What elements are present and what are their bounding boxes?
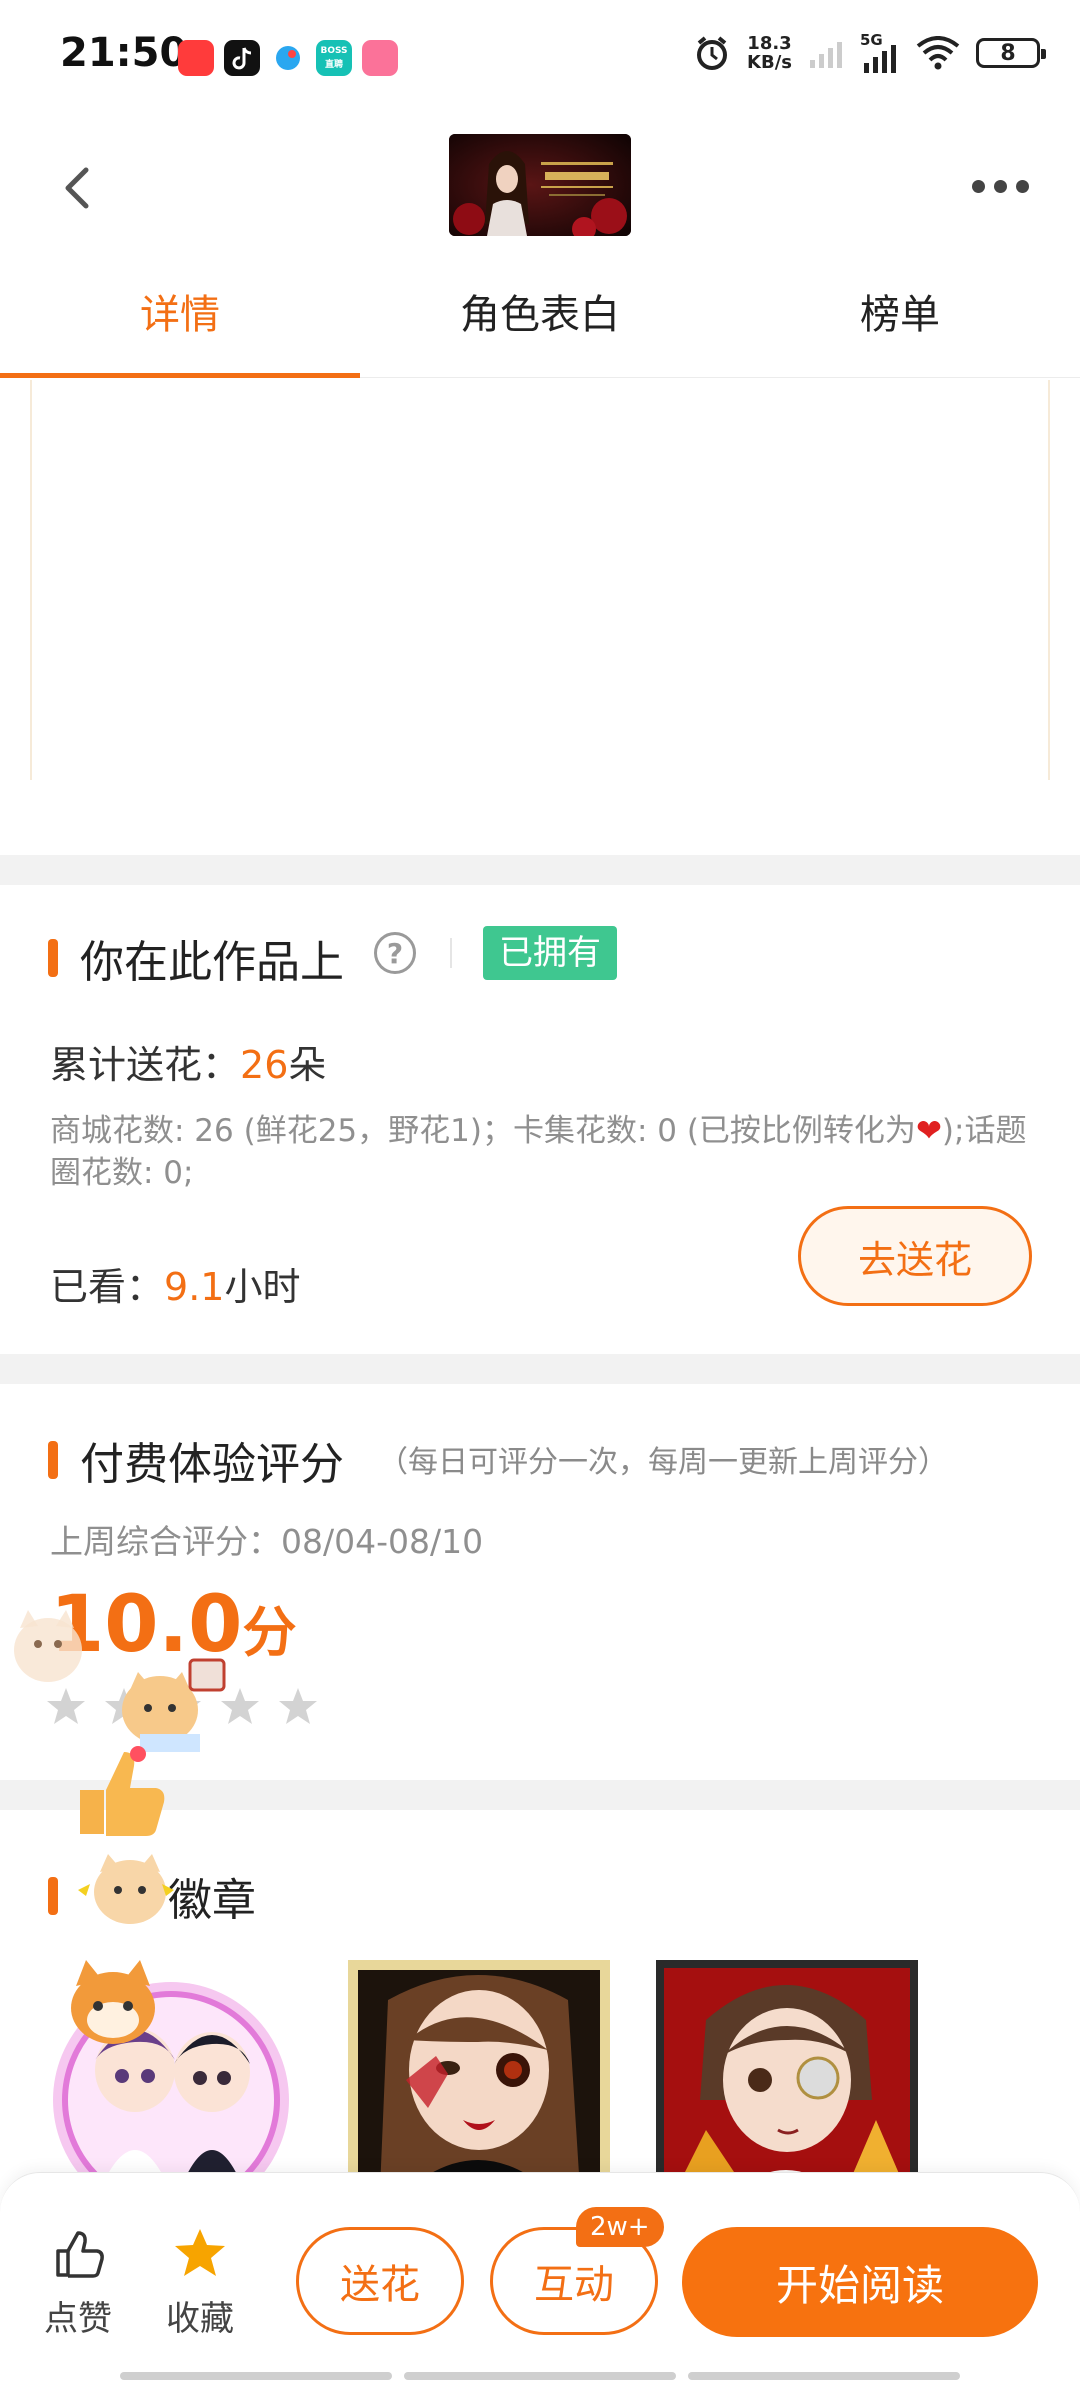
watched-value: 9.1 <box>164 1265 225 1309</box>
watched-unit: 小时 <box>224 1265 301 1309</box>
gesture-segment <box>120 2372 392 2380</box>
badge-list <box>40 1960 918 2190</box>
work-cover-thumbnail[interactable] <box>449 134 631 236</box>
section-divider <box>0 855 1080 885</box>
title-accent-bar <box>48 1441 58 1479</box>
net-speed-value: 18.3 <box>747 33 792 54</box>
ownership-section-title: 你在此作品上 <box>48 926 344 990</box>
more-dot <box>993 179 1007 193</box>
thumbs-up-sticker <box>70 1740 170 1840</box>
owned-badge: 已拥有 <box>483 926 617 980</box>
signal-sim1-icon <box>810 42 842 68</box>
tab-character-confession[interactable]: 角色表白 <box>360 252 720 377</box>
tiktok-app-icon <box>224 40 260 76</box>
work-detail-page: 21:50 BOSS 直聘 18.3 KB/s 5G 8 详情 角色表白 榜单 … <box>0 0 1080 2388</box>
favorite-button[interactable]: 收藏 <box>155 2225 245 2340</box>
flower-breakdown-part1: 商城花数: 26 (鲜花25，野花1)；卡集花数: 0 (已按比例转化为 <box>50 1113 916 1149</box>
watched-label: 已看： <box>50 1265 165 1309</box>
bottom-action-bar: 点赞 收藏 送花 互动 2w+ 开始阅读 <box>0 2172 1080 2388</box>
total-flowers-value: 26 <box>240 1043 289 1087</box>
bird-app-icon <box>270 40 306 76</box>
gesture-segment <box>688 2372 960 2380</box>
tab-bar: 详情 角色表白 榜单 <box>0 252 1080 378</box>
signal-sim2-icon <box>864 45 896 73</box>
net-speed-unit: KB/s <box>747 52 792 73</box>
go-send-flower-button[interactable]: 去送花 <box>798 1206 1032 1306</box>
status-time: 21:50 <box>60 30 188 76</box>
signal-sim2: 5G <box>860 31 900 73</box>
cat-sticker <box>8 1598 88 1688</box>
badge-card[interactable] <box>656 1960 918 2190</box>
like-button[interactable]: 点赞 <box>33 2225 123 2340</box>
rating-title: 付费体验评分 <box>80 1439 344 1490</box>
alarm-icon <box>697 36 728 70</box>
like-label: 点赞 <box>44 2299 112 2339</box>
badge-card[interactable] <box>348 1960 610 2190</box>
star-icon[interactable] <box>278 1686 318 1726</box>
tab-rankings[interactable]: 榜单 <box>720 252 1080 377</box>
rating-week-label: 上周综合评分：08/04-08/10 <box>50 1522 484 1561</box>
title-separator <box>450 938 452 968</box>
interact-count-badge: 2w+ <box>576 2207 664 2247</box>
status-bar: 21:50 BOSS 直聘 18.3 KB/s 5G 8 <box>0 0 1080 118</box>
start-reading-button[interactable]: 开始阅读 <box>682 2227 1038 2337</box>
gesture-bar <box>120 2372 960 2380</box>
battery-indicator: 8 <box>976 38 1046 68</box>
net-speed: 18.3 KB/s <box>747 34 792 72</box>
total-flowers-label: 累计送花： <box>50 1043 241 1087</box>
rating-section-title: 付费体验评分 <box>48 1428 344 1492</box>
star-icon[interactable] <box>46 1686 86 1726</box>
content-frame <box>30 380 1050 780</box>
fighting-cat-sticker <box>70 1830 190 1940</box>
total-flowers-line: 累计送花：26朵 <box>50 1034 326 1089</box>
help-icon[interactable]: ? <box>374 932 416 974</box>
rating-note: （每日可评分一次，每周一更新上周评分） <box>378 1445 948 1480</box>
send-flower-button[interactable]: 送花 <box>296 2227 464 2335</box>
heart-icon: ❤ <box>915 1113 942 1149</box>
gesture-segment <box>404 2372 676 2380</box>
flower-breakdown: 商城花数: 26 (鲜花25，野花1)；卡集花数: 0 (已按比例转化为❤);话… <box>50 1110 1040 1194</box>
tab-details[interactable]: 详情 <box>0 252 360 378</box>
bilibili-app-icon <box>362 40 398 76</box>
more-dots-icon <box>971 179 985 193</box>
section-divider <box>0 1354 1080 1384</box>
wifi-icon <box>916 36 960 70</box>
watched-time-line: 已看：9.1小时 <box>50 1256 300 1311</box>
thumbs-up-icon <box>56 2231 104 2278</box>
boss-zhipin-app-icon: BOSS 直聘 <box>316 40 352 76</box>
score-unit: 分 <box>242 1601 297 1664</box>
back-button[interactable] <box>50 158 110 218</box>
total-flowers-unit: 朵 <box>288 1043 327 1087</box>
title-accent-bar <box>48 1877 58 1915</box>
more-dot <box>1015 179 1029 193</box>
fox-sticker <box>58 1950 168 2060</box>
status-app-icons: BOSS 直聘 <box>178 40 398 76</box>
top-nav <box>0 118 1080 252</box>
ownership-title: 你在此作品上 <box>80 937 344 988</box>
kuaikan-app-icon <box>178 40 214 76</box>
favorite-label: 收藏 <box>166 2299 234 2339</box>
title-accent-bar <box>48 939 58 977</box>
more-options-button[interactable] <box>960 168 1040 204</box>
status-right: 18.3 KB/s 5G 8 <box>693 31 1046 73</box>
star-filled-icon <box>175 2229 225 2276</box>
chevron-left-icon <box>65 167 89 209</box>
